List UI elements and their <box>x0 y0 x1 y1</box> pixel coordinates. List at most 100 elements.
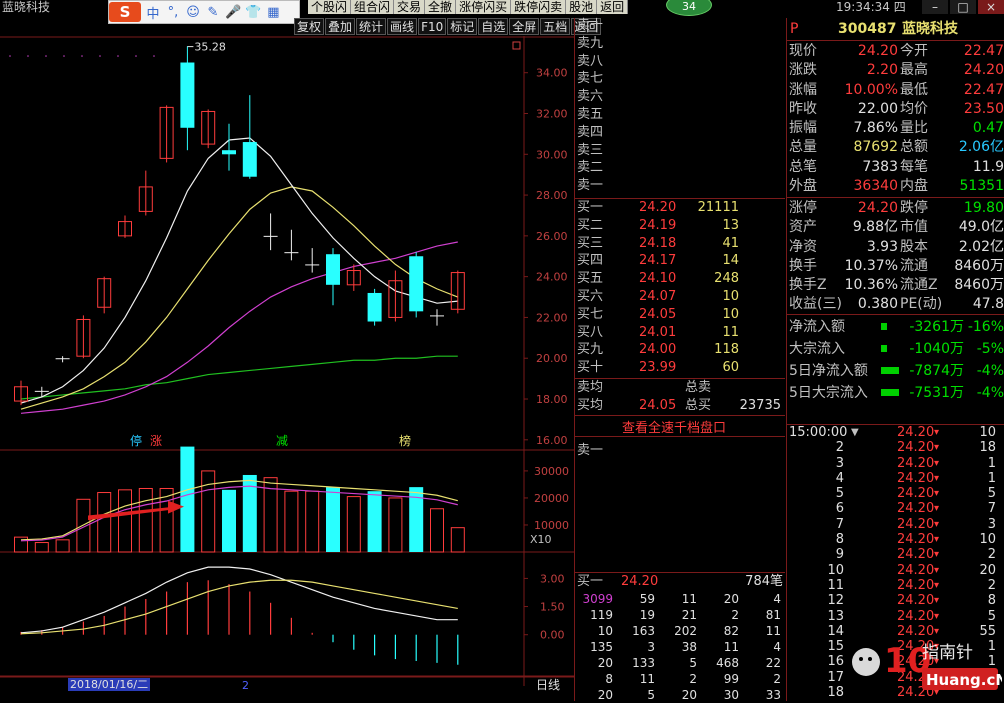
sell-level-row[interactable]: 卖一 <box>577 177 785 195</box>
quick-limit-up-buy[interactable]: 涨停闪买 <box>456 0 512 14</box>
tick-time: 15:00:00 <box>789 425 848 440</box>
toolbar-adjust[interactable]: 复权 <box>294 18 325 35</box>
buy-level-row[interactable]: 买六 24.07 10 <box>577 288 785 306</box>
sell-level-row[interactable]: 卖二 <box>577 159 785 177</box>
ime-punctuation[interactable]: °, <box>165 5 181 20</box>
volume-bar[interactable] <box>97 492 112 553</box>
toolbar-stats[interactable]: 统计 <box>356 18 387 35</box>
toolbar-f10[interactable]: F10 <box>418 18 447 35</box>
tick-row: 8 24.20 ▾ 10 <box>789 532 1004 547</box>
view-full-depth-link[interactable]: 查看全速千档盘口 <box>622 417 726 436</box>
sell-level-row[interactable]: 卖六 <box>577 88 785 106</box>
dropdown-arrow-icon[interactable]: ▼ <box>851 425 859 440</box>
candle-body[interactable] <box>430 315 444 317</box>
candle-body[interactable] <box>242 142 257 177</box>
close-icon[interactable]: × <box>978 0 1004 14</box>
buy-level-row[interactable]: 买十 23.99 60 <box>577 359 785 377</box>
buy-level-row[interactable]: 买八 24.01 11 <box>577 324 785 342</box>
quote-label: 涨停 <box>789 200 817 216</box>
sell-level-row[interactable]: 卖三 <box>577 142 785 160</box>
queue-cell: 2 <box>773 672 781 686</box>
buy-level-row[interactable]: 买四 24.17 14 <box>577 252 785 270</box>
buy-level-row[interactable]: 买七 24.05 10 <box>577 306 785 324</box>
volume-bar[interactable] <box>346 496 361 553</box>
volume-bar[interactable] <box>326 487 340 552</box>
candle-body[interactable] <box>34 390 49 392</box>
minimize-icon[interactable]: – <box>922 0 948 14</box>
quote-value: 10.00% <box>844 81 898 98</box>
tick-volume: 20 <box>979 562 996 578</box>
toolbar-mark[interactable]: 标记 <box>447 18 478 35</box>
buy-level-row[interactable]: 买二 24.19 13 <box>577 217 785 235</box>
marker-limit-up[interactable]: 涨 <box>150 433 162 448</box>
ime-pen-icon[interactable]: ✎ <box>205 5 221 20</box>
toolbar-overlay[interactable]: 叠加 <box>325 18 356 35</box>
buy-level-row[interactable]: 买三 24.18 41 <box>577 235 785 253</box>
ime-logo-icon[interactable]: S <box>109 2 141 22</box>
volume-bar[interactable] <box>34 542 49 553</box>
sell-level-row[interactable]: 卖四 <box>577 124 785 142</box>
clock: 19:34:34 四 <box>836 0 906 14</box>
volume-bar[interactable] <box>138 487 153 553</box>
candle-body[interactable] <box>326 254 340 285</box>
tick-volume: 10 <box>979 425 996 440</box>
kline-chart[interactable]: 34.0032.0030.0028.0026.0024.0022.0020.00… <box>0 36 574 701</box>
ime-grid-icon[interactable]: ▦ <box>265 5 281 20</box>
vol-ma-yellow-line <box>20 479 458 541</box>
candle-body[interactable] <box>409 256 424 312</box>
marker-ranking[interactable]: 榜 <box>399 433 411 448</box>
marker-halt[interactable]: 停 <box>130 433 142 448</box>
period-label[interactable]: 日线 <box>536 678 560 692</box>
tick-price: 24.20 <box>897 486 935 502</box>
ime-skin-icon[interactable]: 👕 <box>245 5 261 20</box>
volume-bar[interactable] <box>284 490 299 553</box>
volume-bar[interactable] <box>118 489 132 553</box>
volume-bar[interactable] <box>222 489 236 552</box>
candle-body[interactable] <box>55 358 70 360</box>
quote-label: 总量 <box>789 139 817 156</box>
toolbar-level5[interactable]: 五档 <box>540 18 571 35</box>
volume-bar[interactable] <box>367 491 382 552</box>
quote-label: 流通 <box>900 257 928 274</box>
quick-stock-pool[interactable]: 股池 <box>566 0 598 14</box>
quick-cancel-all[interactable]: 全撤 <box>425 0 457 14</box>
sell-level-row[interactable]: 卖八 <box>577 53 785 71</box>
quick-combo-flash[interactable]: 组合闪 <box>351 0 395 14</box>
volume-bar[interactable] <box>180 446 195 552</box>
ime-chinese-mode[interactable]: 中 <box>145 3 161 22</box>
quick-limit-down-sell[interactable]: 跌停闪卖 <box>511 0 567 14</box>
candle-body[interactable] <box>263 235 278 237</box>
ime-toolbar[interactable]: S 中 °, ☺ ✎ 🎤 👕 ▦ <box>108 0 300 24</box>
volume-bar[interactable] <box>388 497 403 553</box>
tick-row: 13 24.20 ▾ 5 <box>789 609 1004 624</box>
candle-body[interactable] <box>284 252 299 254</box>
candle-body[interactable] <box>367 292 382 322</box>
quote-label: 每笔 <box>900 158 928 175</box>
quick-stock-flash[interactable]: 个股闪 <box>308 0 352 14</box>
candle-body[interactable] <box>305 264 320 266</box>
sell-level-row[interactable]: 卖七 <box>577 70 785 88</box>
toolbar-draw[interactable]: 画线 <box>387 18 418 35</box>
volume-bar[interactable] <box>430 508 444 553</box>
volume-bar[interactable] <box>201 470 216 553</box>
volume-bar[interactable] <box>305 490 320 553</box>
volume-bar[interactable] <box>450 527 465 553</box>
ime-emoji-icon[interactable]: ☺ <box>185 5 201 20</box>
tick-volume: 7 <box>987 501 996 517</box>
sell-level-row[interactable]: 卖五 <box>577 106 785 124</box>
quick-back[interactable]: 返回 <box>597 0 629 14</box>
sell-level-row[interactable]: 卖十 <box>577 17 785 35</box>
quick-trade[interactable]: 交易 <box>394 0 426 14</box>
buy-level-row[interactable]: 买五 24.10 248 <box>577 270 785 288</box>
sell-level-row[interactable]: 卖九 <box>577 35 785 53</box>
buy-level-row[interactable]: 买九 24.00 118 <box>577 341 785 359</box>
candle-body[interactable] <box>222 150 236 155</box>
ime-mic-icon[interactable]: 🎤 <box>225 5 241 20</box>
marker-reduce[interactable]: 减 <box>276 434 288 448</box>
toolbar-fullscreen[interactable]: 全屏 <box>509 18 540 35</box>
buy-level-row[interactable]: 买一 24.20 21111 <box>577 199 785 217</box>
candle-body[interactable] <box>180 62 195 128</box>
toolbar-watchlist[interactable]: 自选 <box>478 18 509 35</box>
volume-bar[interactable] <box>55 539 70 553</box>
maximize-icon[interactable]: □ <box>950 0 976 14</box>
